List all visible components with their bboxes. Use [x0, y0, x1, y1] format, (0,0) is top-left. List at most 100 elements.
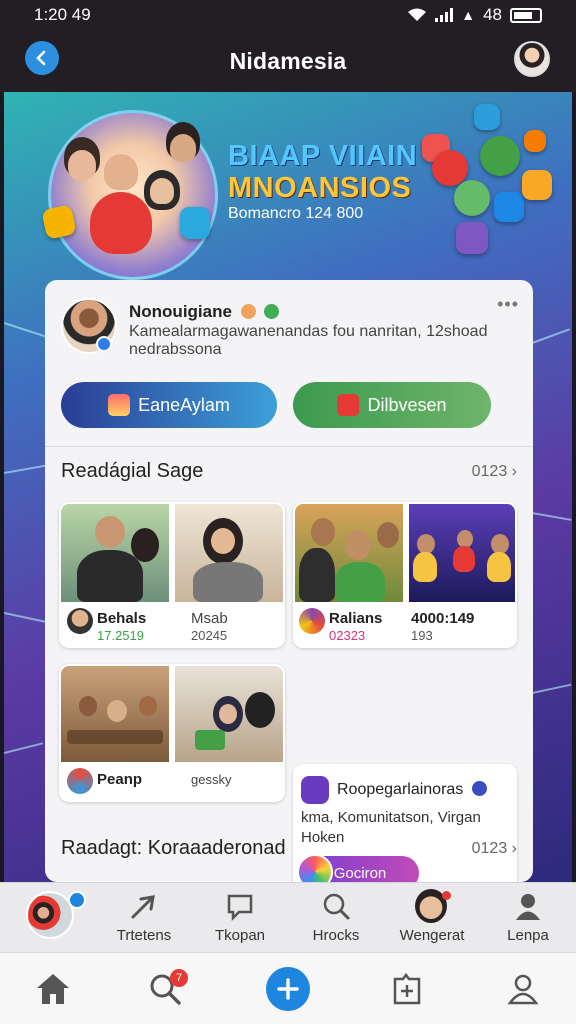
tile-title: Peanp: [97, 771, 143, 788]
check-icon: [264, 304, 280, 319]
tile-photo: [175, 504, 283, 602]
nav-create-button[interactable]: [260, 961, 316, 1017]
signal-icon: [435, 8, 454, 22]
strip-item-person[interactable]: Lenpa: [480, 883, 576, 953]
strip-label: Lenpa: [507, 927, 549, 944]
status-time: 1:20 49: [34, 5, 91, 24]
content-card: Nonouigiane ••• Kamealarmagawanenandas f…: [45, 280, 533, 882]
hero-person-face: [68, 150, 96, 180]
battery-percent: 48: [483, 5, 502, 24]
section-see-all-link[interactable]: 0123 ›: [472, 840, 517, 858]
media-tile[interactable]: Ralians 02323 4000:149 193: [293, 502, 517, 648]
group-avatar-icon: [26, 891, 74, 939]
add-badge-icon: [68, 891, 86, 909]
nav-profile-button[interactable]: [495, 961, 551, 1017]
section-see-all-link[interactable]: 0123 ›: [472, 463, 517, 481]
strip-item-search[interactable]: Hrocks: [288, 883, 384, 953]
play-app-icon: [432, 150, 468, 186]
strip-label: Hrocks: [312, 927, 360, 944]
tile-photo: [175, 666, 283, 762]
wifi-icon: [408, 8, 427, 21]
tile-subtitle: 02323: [329, 628, 366, 643]
tile-avatar: [67, 608, 93, 634]
hero-title-line1: BIAAP VIIAIN: [228, 140, 418, 172]
secondary-action-button[interactable]: Dilbvesen: [293, 382, 491, 428]
emoji-icon: [240, 304, 256, 319]
puzzle-app-icon: [454, 180, 490, 216]
tile-avatar: [67, 768, 93, 794]
decor-ray: [531, 683, 572, 694]
person-icon: [516, 894, 540, 920]
profile-description: Kamealarmagawanenandas fou nanritan, 12s…: [129, 323, 488, 358]
main-content[interactable]: BIAAP VIIAIN MNOANSIOS Bomancro 124 800 …: [4, 92, 572, 882]
notification-badge: 7: [170, 969, 188, 987]
page-title: Nidamesia: [229, 47, 347, 74]
tile-title: 4000:149: [411, 610, 475, 627]
tile-subtitle: 17.2519: [97, 628, 144, 643]
refresh-app-icon: [480, 136, 520, 176]
nav-search-button[interactable]: 7: [137, 961, 193, 1017]
hero-person-shirt: [90, 192, 152, 254]
primary-action-button[interactable]: EaneAylam: [61, 382, 277, 428]
hero-person-face: [170, 134, 196, 162]
add-page-icon: [393, 973, 421, 1005]
profile-icon: [507, 974, 539, 1005]
profile-name-text: Nonouigiane: [129, 302, 232, 321]
community-join-label: Gociron: [333, 864, 387, 882]
strip-item-trends[interactable]: Trtetens: [96, 883, 192, 953]
nav-home-button[interactable]: [25, 961, 81, 1017]
strip-item-messages[interactable]: Tkopan: [192, 883, 288, 953]
chevron-left-icon: [36, 50, 46, 66]
tv-app-icon: [456, 222, 488, 254]
hero-title-line2: MNOANSIOS: [228, 172, 412, 204]
home-icon: [37, 974, 69, 1004]
back-button[interactable]: [25, 41, 59, 75]
more-options-button[interactable]: •••: [497, 294, 519, 315]
tile-photo: [61, 666, 169, 762]
community-card[interactable]: Roopegarlainoras kma, Komunitatson, Virg…: [293, 764, 517, 882]
profile-name[interactable]: Nonouigiane: [129, 302, 280, 322]
user-avatar[interactable]: [514, 41, 550, 77]
hero-banner[interactable]: BIAAP VIIAIN MNOANSIOS Bomancro 124 800: [4, 92, 572, 282]
section-title: Readágial Sage: [61, 460, 204, 482]
primary-action-label: EaneAylam: [138, 394, 230, 415]
decor-ray: [531, 328, 570, 344]
divider: [45, 446, 533, 447]
nav-pages-button[interactable]: [379, 961, 435, 1017]
tile-photo: [295, 504, 403, 602]
community-badge-icon: [297, 854, 333, 882]
community-join-button[interactable]: Gociron: [297, 854, 419, 882]
tablet-icon: [180, 207, 210, 239]
status-bar: 1:20 49 ▲ 48: [0, 0, 576, 30]
community-title: Roopegarlainoras: [337, 781, 487, 799]
strip-label: Tkopan: [214, 927, 266, 944]
secondary-action-label: Dilbvesen: [367, 394, 447, 415]
tile-subtitle: 193: [411, 628, 433, 643]
decor-ray: [531, 512, 572, 521]
hero-person-face: [104, 154, 138, 190]
shop-app-icon: [524, 130, 546, 152]
strip-item-profile[interactable]: Wengerat: [384, 883, 480, 953]
media-tile[interactable]: Peanp gessky: [59, 664, 285, 802]
section-title: Raadagt: Koraaaderonad: [61, 837, 286, 859]
tile-title: Ralians: [329, 610, 383, 627]
status-icons: ▲ 48: [407, 5, 542, 25]
tile-avatar: [299, 608, 325, 634]
community-title-text: Roopegarlainoras: [337, 781, 464, 798]
chat-app-icon: [474, 104, 500, 130]
quick-actions-bar: Trtetens Tkopan Hrocks Wengerat Lenpa: [0, 882, 576, 952]
tile-subtitle: gessky: [191, 772, 232, 787]
photo-app-icon: [494, 192, 524, 222]
strip-item-group[interactable]: [0, 883, 96, 953]
arrow-icon: [131, 895, 155, 919]
strip-label: Trtetens: [116, 927, 172, 944]
notification-dot-icon: [442, 891, 451, 900]
plus-icon: [266, 967, 310, 1011]
hero-person-face: [150, 178, 174, 204]
tile-photo: [61, 504, 169, 602]
tile-title: Behals: [97, 610, 147, 627]
media-tile[interactable]: Behals 17.2519 Msab 20245: [59, 502, 285, 648]
community-logo-icon: [301, 776, 329, 804]
battery-saver-icon: ▲: [461, 7, 476, 23]
message-icon: [227, 894, 253, 921]
